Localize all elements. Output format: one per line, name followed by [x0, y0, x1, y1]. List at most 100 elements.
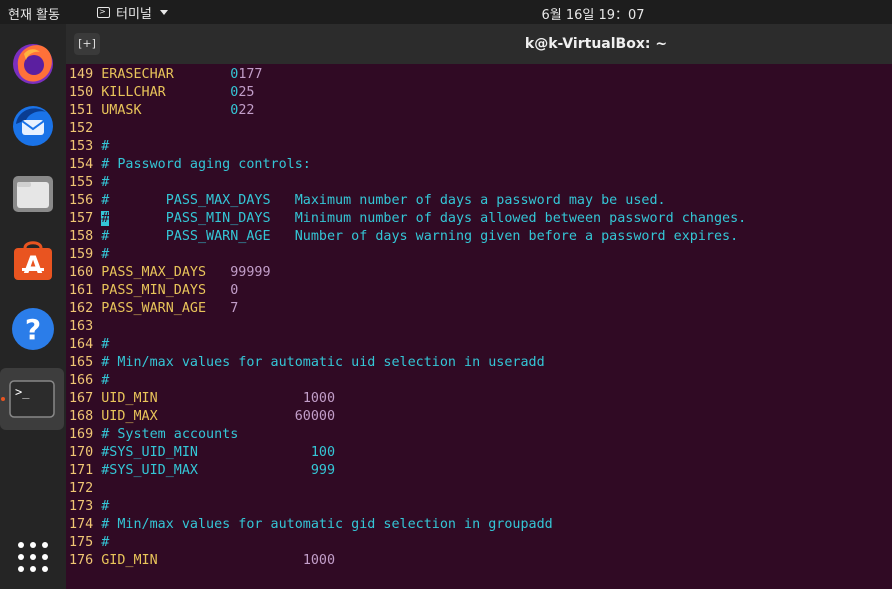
line-text: KILLCHAR 025: [101, 85, 255, 100]
terminal-line: 171 #SYS_UID_MAX 999: [69, 462, 335, 480]
show-apps-button[interactable]: [6, 530, 60, 584]
clock-label: 6월 16일 19：07: [541, 8, 645, 23]
terminal-line: 154 # Password aging controls:: [69, 156, 311, 174]
line-number: 163: [69, 319, 94, 334]
line-number: 150: [69, 85, 94, 100]
terminal-titlebar: [+] k@k-VirtualBox: ~: [66, 24, 892, 64]
terminal-line: 166 #: [69, 372, 109, 390]
line-text: PASS_MIN_DAYS 0: [101, 283, 239, 298]
terminal-line: 152: [69, 120, 93, 138]
terminal-line: 159 #: [69, 246, 109, 264]
line-number: 169: [69, 427, 94, 442]
terminal-line: 162 PASS_WARN_AGE 7: [69, 300, 238, 318]
terminal-line: 163: [69, 318, 93, 336]
line-text: #: [101, 175, 110, 190]
terminal-line: 174 # Min/max values for automatic gid s…: [69, 516, 553, 534]
dock-item-software[interactable]: A: [6, 234, 60, 288]
terminal-line: 153 #: [69, 138, 109, 156]
line-number: 151: [69, 103, 94, 118]
line-number: 157: [69, 211, 94, 226]
line-number: 154: [69, 157, 94, 172]
line-text: # Min/max values for automatic uid selec…: [101, 355, 545, 370]
terminal-line: 160 PASS_MAX_DAYS 99999: [69, 264, 271, 282]
line-number: 176: [69, 553, 94, 568]
line-text: PASS_WARN_AGE 7: [101, 301, 239, 316]
terminal-line: 155 #: [69, 174, 109, 192]
terminal-line: 167 UID_MIN 1000: [69, 390, 335, 408]
terminal-line: 151 UMASK 022: [69, 102, 254, 120]
line-number: 166: [69, 373, 94, 388]
terminal-line: 168 UID_MAX 60000: [69, 408, 335, 426]
terminal-line: 170 #SYS_UID_MIN 100: [69, 444, 335, 462]
window-title: k@k-VirtualBox: ~: [66, 36, 892, 52]
running-indicator: [1, 397, 5, 401]
line-text: UID_MAX 60000: [101, 409, 336, 424]
svg-text:A: A: [24, 251, 43, 279]
folder-icon: [13, 176, 53, 212]
line-text: UMASK 022: [101, 103, 255, 118]
app-grid-icon: [18, 542, 48, 572]
line-number: 162: [69, 301, 94, 316]
line-text: # PASS_MIN_DAYS Minimum number of days a…: [101, 211, 747, 226]
line-text: #SYS_UID_MAX 999: [101, 463, 336, 478]
line-number: 159: [69, 247, 94, 262]
line-number: 156: [69, 193, 94, 208]
thunderbird-icon: [13, 106, 53, 146]
terminal-line: 150 KILLCHAR 025: [69, 84, 254, 102]
dock-item-firefox[interactable]: [6, 36, 60, 90]
terminal-line: 173 #: [69, 498, 109, 516]
line-text: #: [101, 535, 110, 550]
help-icon: ?: [12, 308, 54, 350]
line-text: #: [101, 373, 110, 388]
line-number: 161: [69, 283, 94, 298]
terminal-content[interactable]: 149 ERASECHAR 0177 150 KILLCHAR 025 151 UM…: [66, 64, 892, 589]
terminal-line: 157 # PASS_MIN_DAYS Minimum number of da…: [69, 210, 746, 228]
line-text: #: [101, 499, 110, 514]
terminal-line: 176 GID_MIN 1000: [69, 552, 335, 570]
line-text: # System accounts: [101, 427, 239, 442]
line-number: 168: [69, 409, 94, 424]
line-number: 165: [69, 355, 94, 370]
line-text: ERASECHAR 0177: [101, 67, 263, 82]
terminal-line: 169 # System accounts: [69, 426, 238, 444]
line-number: 173: [69, 499, 94, 514]
line-text: # Min/max values for automatic gid selec…: [101, 517, 553, 532]
line-number: 172: [69, 481, 94, 496]
line-number: 149: [69, 67, 94, 82]
svg-text:?: ?: [25, 313, 41, 346]
line-text: UID_MIN 1000: [101, 391, 336, 406]
terminal-line: 172: [69, 480, 93, 498]
line-text: # Password aging controls:: [101, 157, 311, 172]
line-text: GID_MIN 1000: [101, 553, 336, 568]
line-number: 170: [69, 445, 94, 460]
line-text: PASS_MAX_DAYS 99999: [101, 265, 271, 280]
line-text: # PASS_MAX_DAYS Maximum number of days a…: [101, 193, 666, 208]
line-number: 175: [69, 535, 94, 550]
line-number: 164: [69, 337, 94, 352]
line-text: #: [101, 139, 110, 154]
line-number: 158: [69, 229, 94, 244]
dock-item-help[interactable]: ?: [6, 302, 60, 356]
terminal-line: 156 # PASS_MAX_DAYS Maximum number of da…: [69, 192, 666, 210]
window-title-text: k@k-VirtualBox: ~: [524, 36, 668, 52]
terminal-icon: >_: [9, 380, 55, 418]
svg-text:>_: >_: [15, 385, 30, 399]
line-text: #: [101, 247, 110, 262]
terminal-line: 158 # PASS_WARN_AGE Number of days warni…: [69, 228, 738, 246]
line-number: 160: [69, 265, 94, 280]
dock-item-files[interactable]: [6, 166, 60, 220]
dock-item-thunderbird[interactable]: [6, 98, 60, 152]
top-bar: 현재 활동 > 터미널 6월 16일 19：07: [0, 0, 892, 24]
terminal-line: 161 PASS_MIN_DAYS 0: [69, 282, 238, 300]
dock-item-terminal[interactable]: >_: [0, 368, 64, 430]
line-text: #SYS_UID_MIN 100: [101, 445, 336, 460]
clock[interactable]: 6월 16일 19：07: [0, 4, 892, 23]
terminal-line: 175 #: [69, 534, 109, 552]
line-number: 167: [69, 391, 94, 406]
firefox-icon: [13, 44, 53, 84]
line-number: 155: [69, 175, 94, 190]
line-text: #: [101, 337, 110, 352]
terminal-line: 149 ERASECHAR 0177: [69, 66, 263, 84]
line-number: 152: [69, 121, 94, 136]
dock: A ? >_: [0, 24, 66, 589]
